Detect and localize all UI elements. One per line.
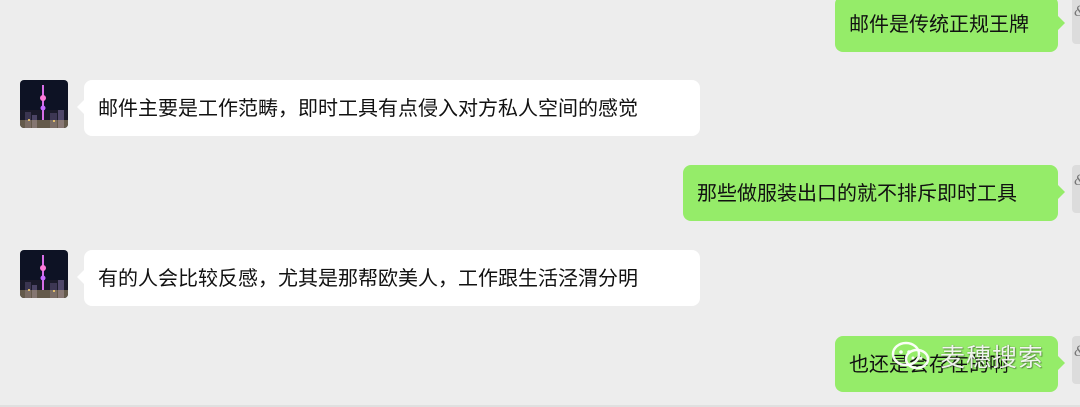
- incoming-message-bubble[interactable]: 有的人会比较反感，尤其是那帮欧美人，工作跟生活泾渭分明: [77, 250, 700, 306]
- message-text: 那些做服装出口的就不排斥即时工具: [697, 181, 1017, 205]
- self-avatar[interactable]: &: [1072, 0, 1080, 44]
- chat-history: 邮件是传统正规王牌 & 邮件主要是工作范畴，即时工具有点侵入对方私人空间的感觉 …: [0, 0, 1080, 407]
- contact-avatar[interactable]: [20, 80, 68, 128]
- outgoing-message-bubble[interactable]: 也还是会存在的啊: [835, 336, 1065, 392]
- avatar-fragment-icon: &: [1074, 4, 1080, 20]
- message-text: 也还是会存在的啊: [849, 352, 1009, 376]
- night-city-tower-icon: [20, 80, 68, 128]
- avatar-fragment-icon: &: [1074, 344, 1080, 360]
- message-text: 有的人会比较反感，尤其是那帮欧美人，工作跟生活泾渭分明: [98, 266, 638, 290]
- night-city-tower-icon: [20, 250, 68, 298]
- message-text: 邮件主要是工作范畴，即时工具有点侵入对方私人空间的感觉: [98, 96, 638, 120]
- contact-avatar[interactable]: [20, 250, 68, 298]
- outgoing-message-bubble[interactable]: 那些做服装出口的就不排斥即时工具: [683, 165, 1065, 221]
- self-avatar[interactable]: &: [1072, 336, 1080, 384]
- incoming-message-bubble[interactable]: 邮件主要是工作范畴，即时工具有点侵入对方私人空间的感觉: [77, 80, 700, 136]
- self-avatar[interactable]: &: [1072, 165, 1080, 213]
- outgoing-message-bubble[interactable]: 邮件是传统正规王牌: [835, 0, 1065, 52]
- avatar-fragment-icon: &: [1074, 173, 1080, 189]
- message-text: 邮件是传统正规王牌: [849, 12, 1029, 36]
